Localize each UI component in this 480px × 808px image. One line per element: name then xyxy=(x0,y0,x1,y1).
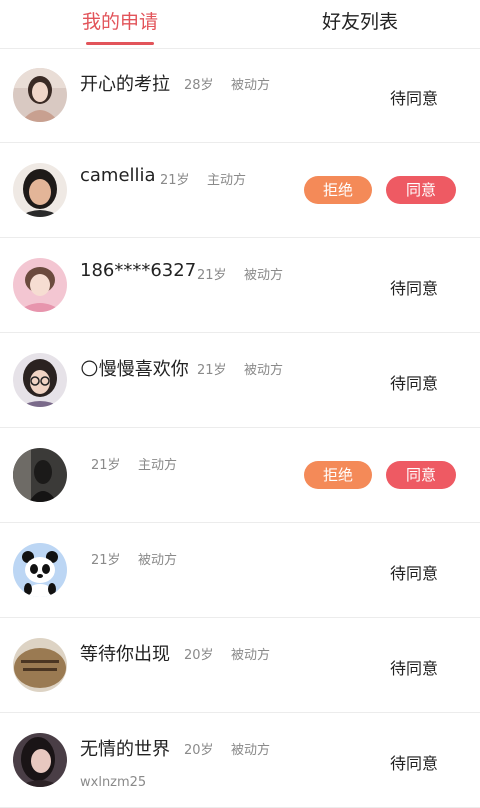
user-role: 被动方 xyxy=(231,743,271,758)
user-role: 被动方 xyxy=(138,553,178,568)
user-role: 被动方 xyxy=(244,363,284,378)
woman-photo-avatar[interactable] xyxy=(13,68,67,122)
list-item[interactable]: 等待你出现 20岁 被动方 待同意 xyxy=(0,618,480,713)
list-item[interactable]: 开心的考拉 28岁 被动方 待同意 xyxy=(0,48,480,143)
user-name: 无情的世界 xyxy=(80,739,170,760)
pink-photo-avatar[interactable] xyxy=(13,258,67,312)
user-name: 🌕慢慢喜欢你 xyxy=(80,359,189,380)
list-item[interactable]: 21岁 主动方 拒绝 同意 xyxy=(0,428,480,523)
status-text: 待同意 xyxy=(390,89,439,108)
user-name: 等待你出现 xyxy=(80,644,170,665)
user-name: 186****6327 xyxy=(80,260,197,281)
dark-hair-girl-avatar[interactable] xyxy=(13,733,67,787)
list-item[interactable]: 🌕慢慢喜欢你 21岁 被动方 待同意 xyxy=(0,333,480,428)
glasses-girl-avatar[interactable] xyxy=(13,353,67,407)
request-list: 开心的考拉 28岁 被动方 待同意 camellia 21岁 主动方 拒绝 同意 xyxy=(0,48,480,808)
status-text: 待同意 xyxy=(390,279,439,298)
girl-photo-avatar[interactable] xyxy=(13,163,67,217)
list-item[interactable]: 186****6327 21岁 被动方 待同意 xyxy=(0,238,480,333)
status-text: 待同意 xyxy=(390,374,439,393)
tab-bar: 我的申请 好友列表 xyxy=(0,0,480,49)
user-name: camellia xyxy=(80,165,156,186)
reject-button[interactable]: 拒绝 xyxy=(304,176,372,204)
user-age: 21岁 xyxy=(197,268,227,283)
list-item[interactable]: camellia 21岁 主动方 拒绝 同意 xyxy=(0,143,480,238)
panda-avatar[interactable] xyxy=(13,543,67,597)
status-text: 待同意 xyxy=(390,659,439,678)
user-id: wxlnzm25 xyxy=(80,775,147,790)
user-age: 20岁 xyxy=(184,648,214,663)
user-age: 21岁 xyxy=(91,553,121,568)
status-text: 待同意 xyxy=(390,754,439,773)
dark-photo-avatar[interactable] xyxy=(13,448,67,502)
status-text: 待同意 xyxy=(390,564,439,583)
tab-my-requests[interactable]: 我的申请 xyxy=(60,0,180,48)
user-role: 主动方 xyxy=(138,458,178,473)
user-role: 被动方 xyxy=(231,648,271,663)
user-role: 主动方 xyxy=(207,173,247,188)
list-item[interactable]: 21岁 被动方 待同意 xyxy=(0,523,480,618)
list-item[interactable]: 无情的世界 20岁 被动方 wxlnzm25 待同意 xyxy=(0,713,480,808)
user-age: 21岁 xyxy=(197,363,227,378)
accept-button[interactable]: 同意 xyxy=(386,461,456,489)
user-age: 21岁 xyxy=(91,458,121,473)
user-age: 20岁 xyxy=(184,743,214,758)
active-tab-indicator xyxy=(86,42,154,45)
brown-text-avatar[interactable] xyxy=(13,638,67,692)
user-age: 21岁 xyxy=(160,173,190,188)
user-name: 开心的考拉 xyxy=(80,74,170,95)
user-age: 28岁 xyxy=(184,78,214,93)
accept-button[interactable]: 同意 xyxy=(386,176,456,204)
user-role: 被动方 xyxy=(231,78,271,93)
tab-friend-list[interactable]: 好友列表 xyxy=(300,0,420,48)
user-role: 被动方 xyxy=(244,268,284,283)
reject-button[interactable]: 拒绝 xyxy=(304,461,372,489)
